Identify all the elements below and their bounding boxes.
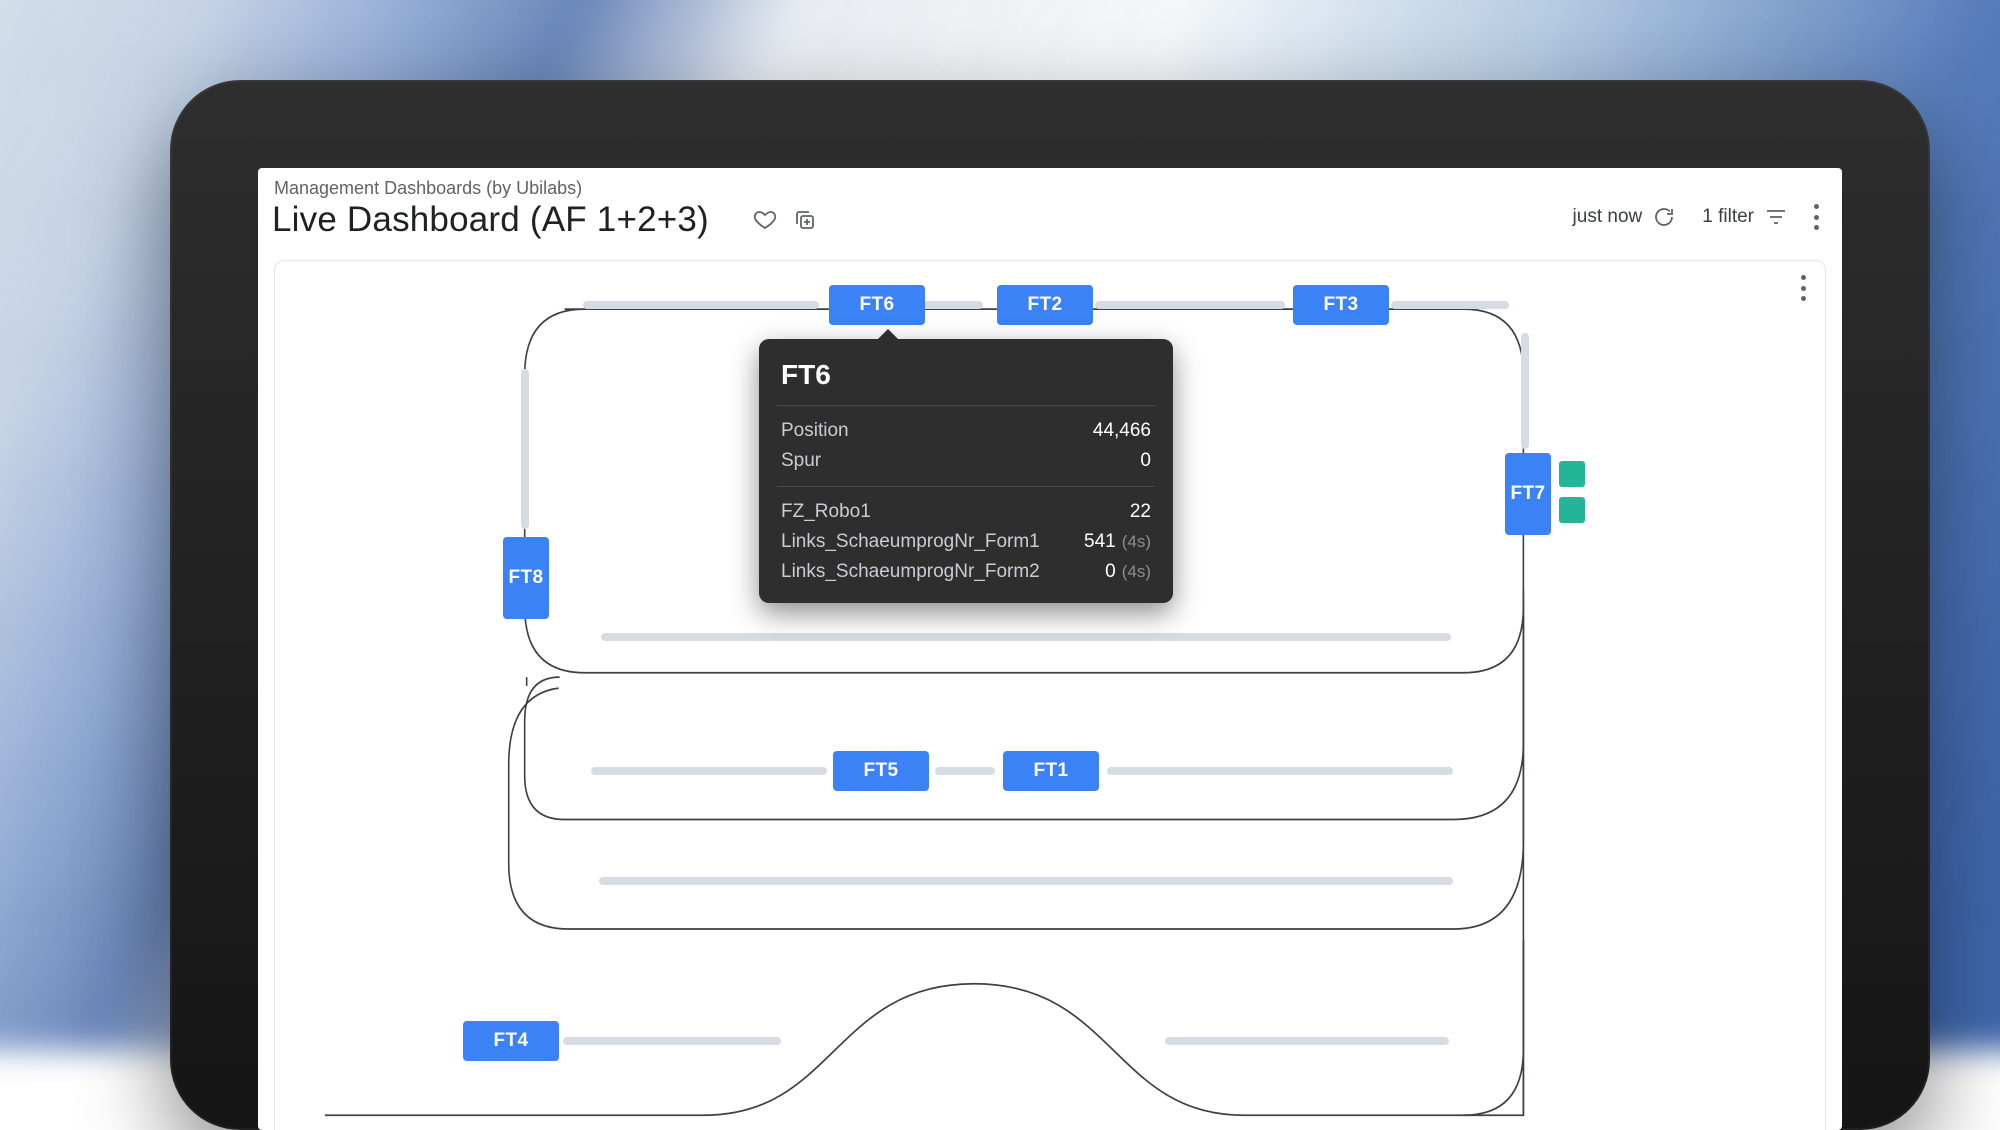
duplicate-icon[interactable] (793, 208, 817, 232)
tooltip-value: 541 (1084, 531, 1116, 553)
node-ft3[interactable]: FT3 (1293, 285, 1389, 325)
refresh-group[interactable]: just now (1573, 205, 1677, 229)
tooltip-age: (4s) (1122, 532, 1151, 552)
page-menu-icon[interactable] (1814, 204, 1820, 230)
tooltip-row: Position 44,466 (781, 416, 1151, 446)
tooltip-value: 22 (1130, 501, 1151, 523)
tooltip-value: 44,466 (1093, 420, 1151, 442)
track-segment (1165, 1037, 1449, 1045)
track-segment (919, 301, 983, 309)
dock-marker (1559, 497, 1585, 523)
tooltip-value: 0 (1105, 561, 1116, 583)
track-segment (601, 633, 1451, 641)
page-title: Live Dashboard (AF 1+2+3) (272, 200, 709, 240)
favorite-icon[interactable] (753, 208, 777, 232)
tooltip-row: Spur 0 (781, 446, 1151, 476)
tablet-frame: Management Dashboards (by Ubilabs) Live … (170, 80, 1930, 1130)
tooltip-key: FZ_Robo1 (781, 501, 871, 523)
track-segment (521, 369, 529, 529)
node-ft5[interactable]: FT5 (833, 751, 929, 791)
screen: Management Dashboards (by Ubilabs) Live … (258, 168, 1842, 1130)
tooltip-row: Links_SchaeumprogNr_Form1 541 (4s) (781, 527, 1151, 557)
tooltip-title: FT6 (781, 359, 1151, 391)
tooltip-value: 0 (1140, 450, 1151, 472)
tooltip-age: (4s) (1122, 562, 1151, 582)
tooltip-row: FZ_Robo1 22 (781, 497, 1151, 527)
node-ft4[interactable]: FT4 (463, 1021, 559, 1061)
tooltip-key: Position (781, 420, 849, 442)
track-segment (591, 767, 827, 775)
filter-group[interactable]: 1 filter (1702, 205, 1788, 229)
tooltip-key: Links_SchaeumprogNr_Form1 (781, 531, 1040, 553)
track-segment (563, 1037, 781, 1045)
track-segment (1107, 767, 1453, 775)
node-ft8[interactable]: FT8 (503, 537, 549, 619)
tooltip-key: Spur (781, 450, 821, 472)
node-ft6[interactable]: FT6 (829, 285, 925, 325)
node-ft1[interactable]: FT1 (1003, 751, 1099, 791)
refresh-icon[interactable] (1652, 205, 1676, 229)
track-segment (599, 877, 1453, 885)
track-segment (1391, 301, 1509, 309)
track-segment (935, 767, 995, 775)
track-segment (1521, 333, 1529, 449)
refresh-label: just now (1573, 206, 1643, 228)
tooltip-row: Links_SchaeumprogNr_Form2 0 (4s) (781, 557, 1151, 587)
node-ft7[interactable]: FT7 (1505, 453, 1551, 535)
tooltip-key: Links_SchaeumprogNr_Form2 (781, 561, 1040, 583)
filter-label: 1 filter (1702, 206, 1754, 228)
dock-marker (1559, 461, 1585, 487)
track-segment (583, 301, 819, 309)
node-tooltip: FT6 Position 44,466 Spur 0 FZ_Robo1 22 (759, 339, 1173, 603)
filter-icon[interactable] (1764, 205, 1788, 229)
breadcrumb[interactable]: Management Dashboards (by Ubilabs) (274, 178, 582, 199)
track-segment (1095, 301, 1285, 309)
node-ft2[interactable]: FT2 (997, 285, 1093, 325)
header-actions: just now 1 filter (1573, 204, 1820, 230)
